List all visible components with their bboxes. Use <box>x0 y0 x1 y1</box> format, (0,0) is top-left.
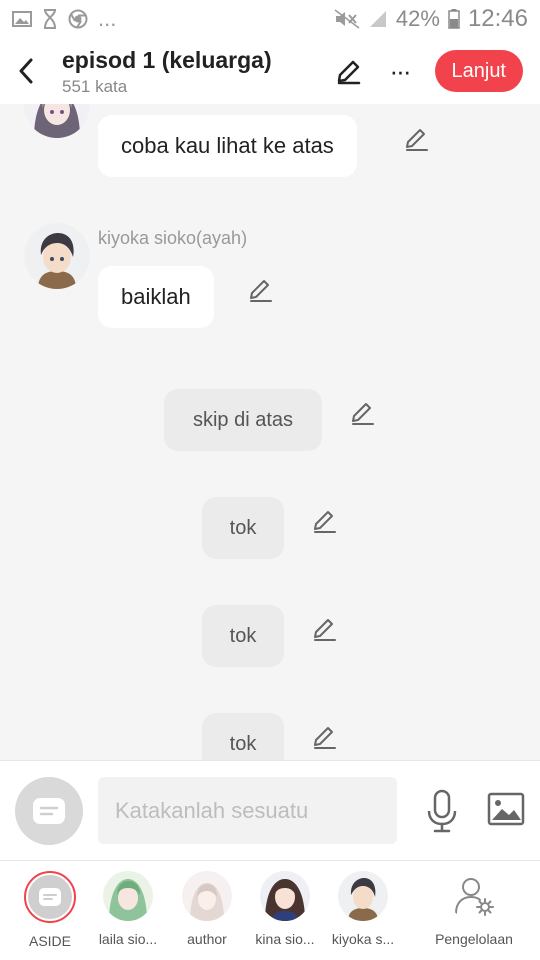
narration-bubble[interactable]: skip di atas <box>164 389 322 451</box>
character-author[interactable]: author <box>167 871 247 947</box>
brown-hair-girl-avatar-icon <box>260 871 310 921</box>
boy-avatar-icon <box>338 871 388 921</box>
boy-avatar-icon <box>24 223 90 289</box>
character-label: ASIDE <box>28 933 71 949</box>
character-aside[interactable]: ASIDE <box>10 871 90 949</box>
edit-message-pencil-icon[interactable] <box>248 277 274 303</box>
back-arrow-icon <box>19 58 33 84</box>
character-avatar[interactable] <box>24 223 90 289</box>
chrome-icon <box>68 9 88 29</box>
input-bar <box>0 760 540 860</box>
character-bar: ASIDE laila sio... author kina sio... ki… <box>0 860 540 960</box>
author-avatar-icon <box>182 871 232 921</box>
aside-toggle-button[interactable] <box>15 777 83 845</box>
next-button[interactable]: Lanjut <box>434 50 523 92</box>
header: episod 1 (keluarga) 551 kata ··· Lanjut <box>0 38 540 104</box>
status-dots: ... <box>98 6 117 31</box>
edit-title-button[interactable] <box>331 53 367 89</box>
battery-icon <box>448 9 460 29</box>
character-kina[interactable]: kina sio... <box>245 871 325 947</box>
character-avatar <box>103 871 153 921</box>
character-label: kiyoka s... <box>331 931 395 947</box>
character-laila[interactable]: laila sio... <box>88 871 168 947</box>
episode-title: episod 1 (keluarga) <box>62 46 272 73</box>
edit-message-pencil-icon[interactable] <box>312 508 338 534</box>
image-upload-icon[interactable] <box>487 792 525 826</box>
back-button[interactable] <box>2 38 50 104</box>
girl-avatar-icon <box>24 104 90 138</box>
battery-percentage: 42% <box>395 6 440 31</box>
character-avatar <box>260 871 310 921</box>
word-count: 551 kata <box>62 76 128 96</box>
chat-area[interactable]: coba kau lihat ke atas kiyoka sioko(ayah… <box>0 104 540 760</box>
pencil-icon <box>337 60 360 85</box>
message-bubble[interactable]: coba kau lihat ke atas <box>98 115 357 177</box>
chat-bubble-icon <box>33 798 65 824</box>
edit-message-pencil-icon[interactable] <box>350 400 376 426</box>
edit-message-pencil-icon[interactable] <box>404 126 430 152</box>
image-icon <box>12 11 32 27</box>
narration-bubble[interactable]: tok <box>202 713 284 760</box>
clock: 12:46 <box>467 5 528 32</box>
character-avatar <box>182 871 232 921</box>
narration-bubble[interactable]: tok <box>202 497 284 559</box>
manage-characters-button[interactable]: Pengelolaan <box>434 871 514 947</box>
character-avatar[interactable] <box>24 104 90 138</box>
more-options-button[interactable]: ··· <box>385 53 415 89</box>
character-kiyoka[interactable]: kiyoka s... <box>323 871 403 947</box>
status-bar: ... 42% 12:46 <box>0 0 540 38</box>
manage-avatar <box>449 871 499 921</box>
signal-icon <box>369 11 386 27</box>
character-label: laila sio... <box>98 931 158 947</box>
message-bubble[interactable]: baiklah <box>98 266 214 328</box>
mute-icon <box>334 9 360 29</box>
character-label: kina sio... <box>255 931 315 947</box>
speaker-name: kiyoka sioko(ayah) <box>98 228 248 248</box>
narration-bubble[interactable]: tok <box>202 605 284 667</box>
chat-bubble-icon <box>39 888 61 906</box>
character-label: Pengelolaan <box>435 931 513 947</box>
character-label: author <box>187 931 227 947</box>
green-hair-girl-avatar-icon <box>103 871 153 921</box>
user-settings-icon <box>455 878 494 916</box>
edit-message-pencil-icon[interactable] <box>312 616 338 642</box>
microphone-icon[interactable] <box>424 789 460 833</box>
character-avatar <box>338 871 388 921</box>
hourglass-icon <box>44 9 56 29</box>
message-input[interactable] <box>98 777 397 844</box>
edit-message-pencil-icon[interactable] <box>312 724 338 750</box>
aside-avatar <box>24 871 76 923</box>
